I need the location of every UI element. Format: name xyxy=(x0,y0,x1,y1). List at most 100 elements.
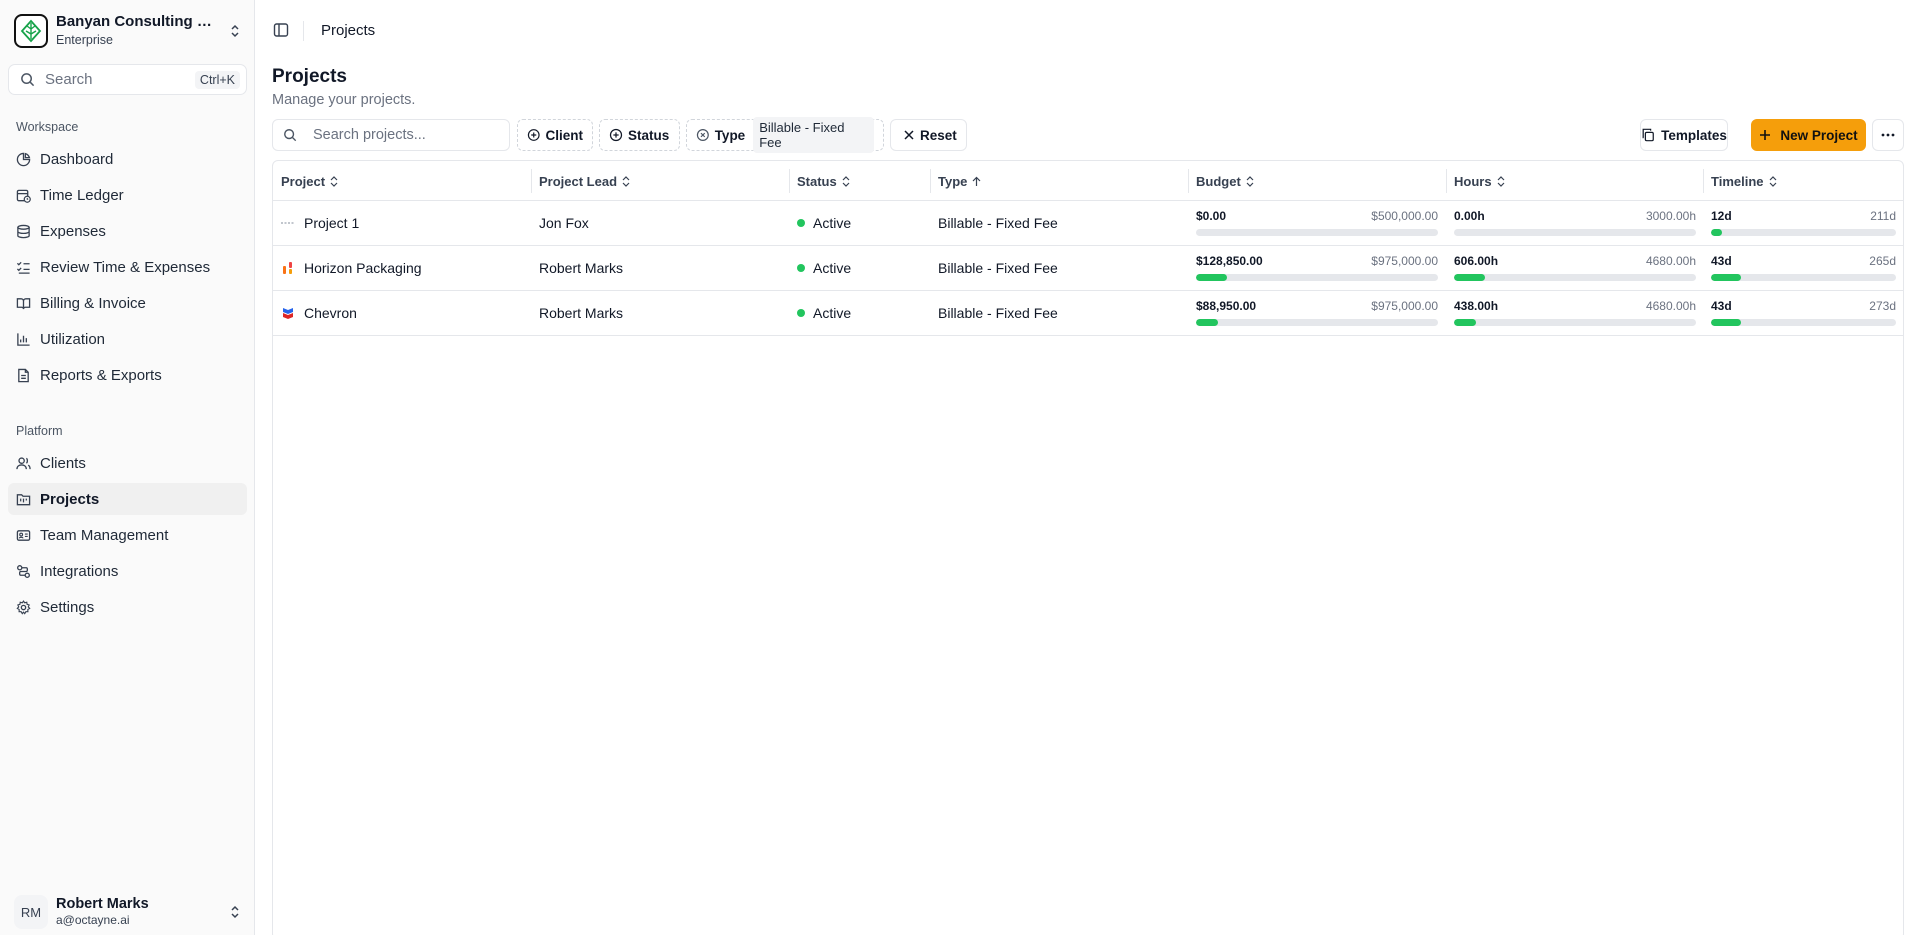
hours-current: 0.00h xyxy=(1454,209,1485,223)
sidebar-item-review[interactable]: Review Time & Expenses xyxy=(8,251,247,283)
sort-icon xyxy=(622,175,630,187)
column-header-lead[interactable]: Project Lead xyxy=(539,161,630,201)
status-cell: Active xyxy=(797,201,851,245)
id-card-icon xyxy=(16,529,31,541)
new-project-button[interactable]: New Project xyxy=(1751,119,1866,151)
search-icon xyxy=(21,73,35,87)
hours-current: 438.00h xyxy=(1454,299,1499,313)
pie-chart-icon xyxy=(16,152,31,166)
column-header-project[interactable]: Project xyxy=(281,161,338,201)
project-cell[interactable]: Project 1 xyxy=(281,201,359,245)
progress-fill xyxy=(1196,274,1228,281)
sidebar: Banyan Consulting Gr... Enterprise Searc… xyxy=(0,0,255,935)
column-header-timeline[interactable]: Timeline xyxy=(1711,161,1777,201)
progress-fill xyxy=(1711,229,1723,236)
plus-icon xyxy=(1760,130,1771,140)
sidebar-item-billing[interactable]: Billing & Invoice xyxy=(8,287,247,319)
hours-progress: 606.00h 4680.00h xyxy=(1454,254,1696,284)
sidebar-toggle-icon[interactable] xyxy=(273,22,291,40)
sidebar-item-label: Integrations xyxy=(40,562,119,580)
user-menu[interactable]: RM Robert Marks a@octayne.ai xyxy=(14,893,242,931)
file-text-icon xyxy=(18,368,29,382)
users-icon xyxy=(16,456,31,469)
sidebar-item-label: Billing & Invoice xyxy=(40,294,146,312)
topbar: Projects xyxy=(255,0,1910,62)
progress-track xyxy=(1711,229,1896,236)
sidebar-item-integrations[interactable]: Integrations xyxy=(8,555,247,587)
budget-max: $975,000.00 xyxy=(1371,299,1438,313)
type-cell: Billable - Fixed Fee xyxy=(938,215,1058,231)
table-row[interactable]: Project 1 Jon Fox Active Billable - Fixe… xyxy=(273,201,1903,246)
column-header-hours[interactable]: Hours xyxy=(1454,161,1505,201)
workspace-label: Workspace xyxy=(16,120,79,134)
table-row[interactable]: Chevron Robert Marks Active Billable - F… xyxy=(273,291,1903,336)
sidebar-item-settings[interactable]: Settings xyxy=(8,591,247,623)
sidebar-item-expenses[interactable]: Expenses xyxy=(8,215,247,247)
sidebar-item-projects[interactable]: Projects xyxy=(8,483,247,515)
breadcrumb[interactable]: Projects xyxy=(321,22,375,39)
type-cell: Billable - Fixed Fee xyxy=(938,260,1058,276)
column-header-type[interactable]: Type xyxy=(938,161,981,201)
avatar: RM xyxy=(14,895,48,929)
status-dot xyxy=(797,309,805,317)
column-header-status[interactable]: Status xyxy=(797,161,850,201)
sidebar-item-reports[interactable]: Reports & Exports xyxy=(8,359,247,391)
timeline-progress: 43d 273d xyxy=(1711,299,1896,329)
templates-label: Templates xyxy=(1661,127,1727,143)
page-title: Projects xyxy=(272,66,347,87)
client-filter-button[interactable]: Client xyxy=(517,119,593,151)
sidebar-search[interactable]: Search Ctrl+K xyxy=(8,64,247,95)
folder-kanban-icon xyxy=(16,493,31,505)
type-filter-button[interactable]: Type Billable - Fixed Fee xyxy=(686,117,884,153)
column-header-budget[interactable]: Budget xyxy=(1196,161,1254,201)
page-subtitle: Manage your projects. xyxy=(272,92,416,108)
timeline-max: 265d xyxy=(1869,254,1896,268)
platform-label: Platform xyxy=(16,424,63,438)
close-icon xyxy=(904,130,914,140)
status-cell: Active xyxy=(797,246,851,290)
project-cell[interactable]: Chevron xyxy=(281,291,357,335)
sidebar-item-dashboard[interactable]: Dashboard xyxy=(8,143,247,175)
progress-track xyxy=(1196,319,1438,326)
table-row[interactable]: Horizon Packaging Robert Marks Active Bi… xyxy=(273,246,1903,291)
project-logo-icon xyxy=(281,216,295,230)
progress-fill xyxy=(1711,319,1741,326)
status-filter-button[interactable]: Status xyxy=(599,119,680,151)
user-email: a@octayne.ai xyxy=(56,913,130,928)
project-logo-icon xyxy=(281,261,295,275)
reset-button[interactable]: Reset xyxy=(890,119,967,151)
sidebar-item-team[interactable]: Team Management xyxy=(8,519,247,551)
type-filter-label: Type xyxy=(714,127,746,143)
budget-max: $500,000.00 xyxy=(1371,209,1438,223)
database-icon xyxy=(17,224,30,238)
sort-icon xyxy=(1769,175,1776,187)
timeline-progress: 43d 265d xyxy=(1711,254,1896,284)
sidebar-item-label: Clients xyxy=(40,454,86,472)
client-filter-label: Client xyxy=(545,127,583,143)
sort-icon xyxy=(1246,175,1254,187)
project-cell[interactable]: Horizon Packaging xyxy=(281,246,422,290)
calendar-clock-icon xyxy=(16,189,31,203)
budget-current: $88,950.00 xyxy=(1196,299,1257,313)
budget-progress: $128,850.00 $975,000.00 xyxy=(1196,254,1438,284)
gear-icon xyxy=(16,599,31,615)
sidebar-item-clients[interactable]: Clients xyxy=(8,447,247,479)
templates-button[interactable]: Templates xyxy=(1640,119,1728,151)
sort-icon xyxy=(842,175,850,187)
sidebar-item-label: Projects xyxy=(40,490,100,508)
timeline-max: 273d xyxy=(1869,299,1896,313)
progress-fill xyxy=(1454,274,1486,281)
org-switcher[interactable]: Banyan Consulting Gr... Enterprise xyxy=(14,12,242,50)
chevrons-up-down-icon xyxy=(228,903,242,921)
sidebar-item-utilization[interactable]: Utilization xyxy=(8,323,247,355)
sidebar-item-label: Settings xyxy=(40,598,95,616)
copy-icon xyxy=(1642,128,1654,142)
project-search-input[interactable]: Search projects... xyxy=(272,119,510,151)
sidebar-item-time-ledger[interactable]: Time Ledger xyxy=(8,179,247,211)
status-cell: Active xyxy=(797,291,851,335)
sidebar-item-label: Team Management xyxy=(40,526,169,544)
org-logo-icon xyxy=(14,14,48,48)
more-options-button[interactable] xyxy=(1872,119,1904,151)
budget-current: $0.00 xyxy=(1196,209,1227,223)
sidebar-item-label: Dashboard xyxy=(40,150,114,168)
